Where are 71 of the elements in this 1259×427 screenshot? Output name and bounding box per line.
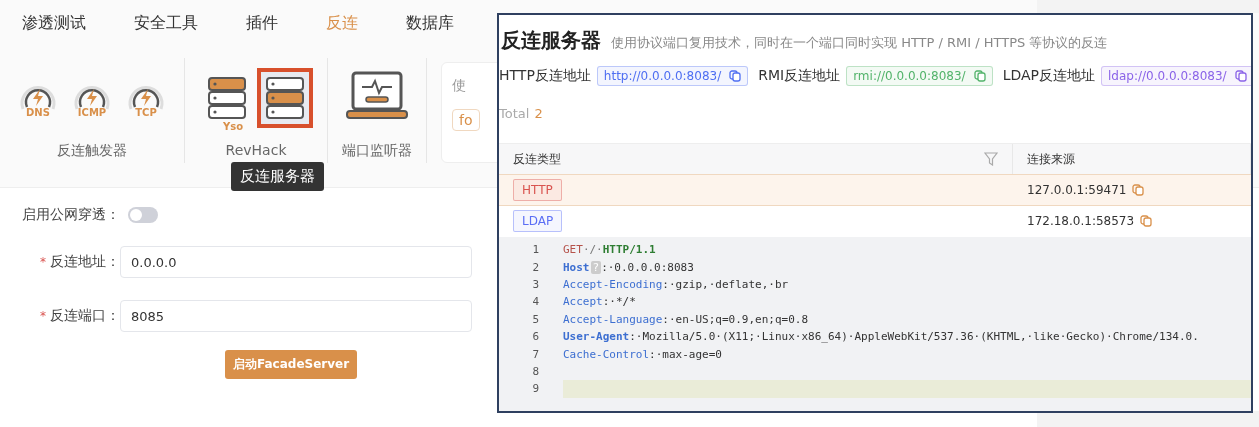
card-text: 使 <box>452 77 468 95</box>
code-text: ·/· <box>582 243 603 257</box>
input-field[interactable]: 8085 <box>120 300 472 332</box>
line-number: 8 <box>531 364 539 378</box>
line-number: 1 <box>531 243 539 257</box>
copy-icon[interactable] <box>729 70 742 82</box>
card-tag: fo <box>452 109 481 131</box>
source-address: 127.0.0.1:59471 <box>1027 183 1127 197</box>
header-name: Host <box>563 260 590 274</box>
code-editor[interactable] <box>499 237 1251 411</box>
field-label: 反连地址： <box>50 253 120 271</box>
window-description: 使用协议端口复用技术，同时在一个端口同时实现 HTTP / RMI / HTTPS 等协议的反连 <box>611 34 1108 52</box>
column-header: 反连类型 <box>513 150 561 168</box>
menu-tab[interactable]: 数据库 <box>406 12 454 34</box>
header-value: :·max-age=0 <box>649 347 722 361</box>
header-value: :·*/* <box>602 295 636 309</box>
address-label: RMI反连地址 <box>758 67 841 85</box>
filter-icon[interactable] <box>984 152 998 166</box>
header-name: Accept <box>563 295 603 309</box>
copy-icon[interactable] <box>1132 184 1145 196</box>
tooltip: 反连服务器 <box>231 162 324 191</box>
line-number: 5 <box>531 312 539 326</box>
copy-icon[interactable] <box>1234 70 1247 82</box>
laptop-icon <box>346 70 409 122</box>
address-text: rmi://0.0.0.0:8083/ <box>853 69 966 83</box>
header-name: User-Agent <box>563 330 630 344</box>
header-value: :·en-US;q=0.9,en;q=0.8 <box>662 312 809 326</box>
group-label: 反连触发器 <box>57 142 127 160</box>
menu-tab[interactable]: 渗透测试 <box>22 12 86 34</box>
code-text: HTTP/1.1 <box>602 243 656 257</box>
header-name: Accept-Language <box>563 312 663 326</box>
group-label: RevHack <box>225 142 287 158</box>
code-text: GET <box>563 243 583 257</box>
header-name: Accept-Encoding <box>563 277 663 291</box>
menu-tab[interactable]: 插件 <box>246 12 278 34</box>
type-tag: LDAP <box>513 210 563 232</box>
line-number: 3 <box>531 277 539 291</box>
header-value: :·0.0.0.0:8083 <box>601 260 694 274</box>
type-tag: HTTP <box>513 179 562 201</box>
required-mark: * <box>40 309 46 323</box>
server-button[interactable] <box>257 68 314 128</box>
copy-icon[interactable] <box>1140 215 1153 227</box>
server-icon <box>207 76 247 120</box>
address-text: ldap://0.0.0.0:8083/ <box>1108 69 1227 83</box>
total-label: Total <box>499 106 530 121</box>
column-header: 连接来源 <box>1027 150 1075 168</box>
line-number: 7 <box>531 347 539 361</box>
required-mark: * <box>40 255 46 269</box>
header-value: :·gzip,·deflate,·br <box>662 277 789 291</box>
line-number: 9 <box>531 382 539 396</box>
group-label: 端口监听器 <box>342 142 413 160</box>
address-text: http://0.0.0.0:8083/ <box>603 69 722 83</box>
hint-badge: ? <box>590 260 602 274</box>
table-row[interactable]: HTTP 127.0.0.1:59471 <box>499 175 1251 206</box>
window-title: 反连服务器 <box>501 27 601 54</box>
address-label: LDAP反连地址 <box>1002 67 1095 85</box>
line-number: 6 <box>531 330 539 344</box>
menu-tab[interactable]: 安全工具 <box>134 12 198 34</box>
copy-icon[interactable] <box>973 70 986 82</box>
server-icon <box>265 76 306 120</box>
header-value: :·Mozilla/5.0·(X11;·Linux·x86_64)·AppleWebKit/537.36·(KHTML,·like·Gecko)·Chrome/134.0. <box>629 330 1199 344</box>
tunnel-label: 启用公网穿透： <box>22 206 120 224</box>
line-number: 4 <box>531 295 539 309</box>
field-label: 反连端口： <box>50 307 120 325</box>
total-count: 2 <box>534 106 543 121</box>
tunnel-switch[interactable] <box>128 207 158 223</box>
address-label: HTTP反连地址 <box>499 67 591 85</box>
source-address: 172.18.0.1:58573 <box>1027 214 1135 228</box>
line-number: 2 <box>531 260 539 274</box>
input-field[interactable]: 0.0.0.0 <box>120 246 472 278</box>
header-name: Cache-Control <box>563 347 650 361</box>
